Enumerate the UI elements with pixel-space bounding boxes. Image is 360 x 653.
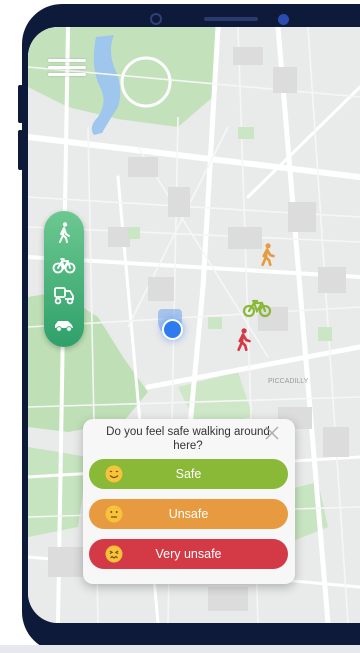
scooter-icon[interactable] [52, 283, 76, 307]
unsafe-button[interactable]: Unsafe [89, 499, 288, 529]
bicycle-icon[interactable] [52, 253, 76, 277]
page-bottom-edge [0, 645, 360, 653]
pedestrian-marker-icon[interactable] [230, 327, 256, 353]
user-location-icon[interactable] [162, 319, 183, 340]
walking-icon[interactable] [52, 221, 76, 245]
transport-mode-bar [44, 211, 84, 347]
safe-button[interactable]: Safe [89, 459, 288, 489]
very-unsafe-label: Very unsafe [155, 547, 222, 561]
safety-prompt-card: Do you feel safe walking around here? Sa… [83, 419, 295, 584]
map-label: PICCADILLY [268, 378, 309, 385]
unsafe-label: Unsafe [168, 507, 209, 521]
app-screen: PICCADILLY Do you feel safe walking arou… [28, 27, 360, 623]
safe-label: Safe [175, 467, 202, 481]
safety-question: Do you feel safe walking around here? [106, 426, 270, 452]
hamburger-menu-icon[interactable] [46, 55, 88, 85]
car-icon[interactable] [52, 313, 76, 337]
bicycle-marker-icon[interactable] [242, 297, 272, 319]
sensor-icon [278, 14, 289, 25]
very-unsafe-button[interactable]: Very unsafe [89, 539, 288, 569]
speaker-grille [204, 17, 258, 21]
close-icon[interactable] [265, 426, 279, 440]
camera-icon [150, 13, 162, 25]
pedestrian-marker-icon[interactable] [254, 242, 280, 268]
